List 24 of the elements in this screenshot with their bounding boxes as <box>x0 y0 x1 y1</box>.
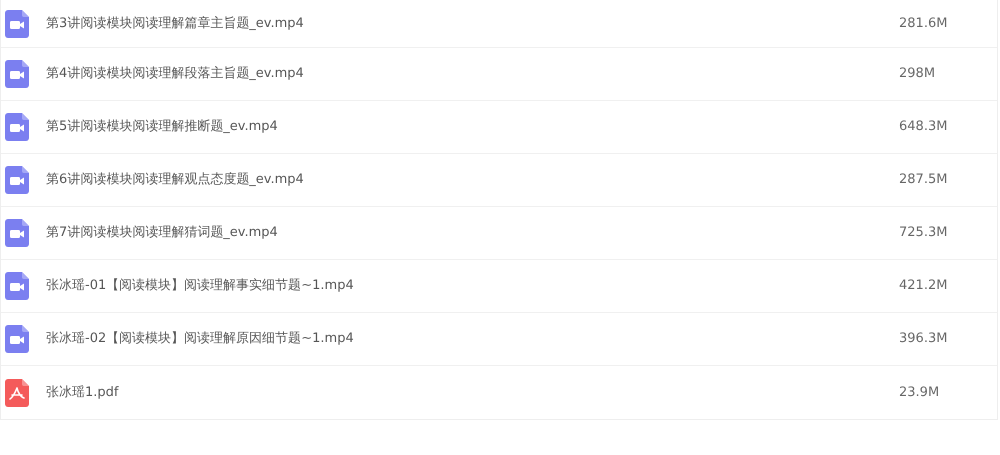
video-file-icon <box>5 60 29 88</box>
file-size: 648.3M <box>899 118 948 136</box>
pdf-file-icon <box>5 378 29 406</box>
video-file-icon <box>5 272 29 300</box>
video-file-icon <box>5 325 29 353</box>
file-size: 725.3M <box>899 224 948 242</box>
file-name[interactable]: 第4讲阅读模块阅读理解段落主旨题_ev.mp4 <box>46 64 304 84</box>
file-name[interactable]: 第7讲阅读模块阅读理解猜词题_ev.mp4 <box>46 223 278 243</box>
file-name[interactable]: 张冰瑶-02【阅读模块】阅读理解原因细节题~1.mp4 <box>46 329 354 349</box>
file-size: 396.3M <box>899 330 948 348</box>
file-name[interactable]: 张冰瑶1.pdf <box>46 382 118 402</box>
file-size: 281.6M <box>899 14 948 33</box>
file-size: 298M <box>899 65 936 84</box>
file-size: 287.5M <box>899 171 948 190</box>
video-file-icon <box>5 166 29 194</box>
file-size: 23.9M <box>899 384 940 402</box>
file-name[interactable]: 第5讲阅读模块阅读理解推断题_ev.mp4 <box>46 117 278 137</box>
file-name[interactable]: 第3讲阅读模块阅读理解篇章主旨题_ev.mp4 <box>46 14 304 34</box>
file-name[interactable]: 张冰瑶-01【阅读模块】阅读理解事实细节题~1.mp4 <box>46 276 354 296</box>
video-file-icon <box>5 113 29 141</box>
file-size: 421.2M <box>899 277 948 296</box>
video-file-icon <box>5 10 29 38</box>
video-file-icon <box>5 219 29 247</box>
file-name[interactable]: 第6讲阅读模块阅读理解观点态度题_ev.mp4 <box>46 170 304 190</box>
